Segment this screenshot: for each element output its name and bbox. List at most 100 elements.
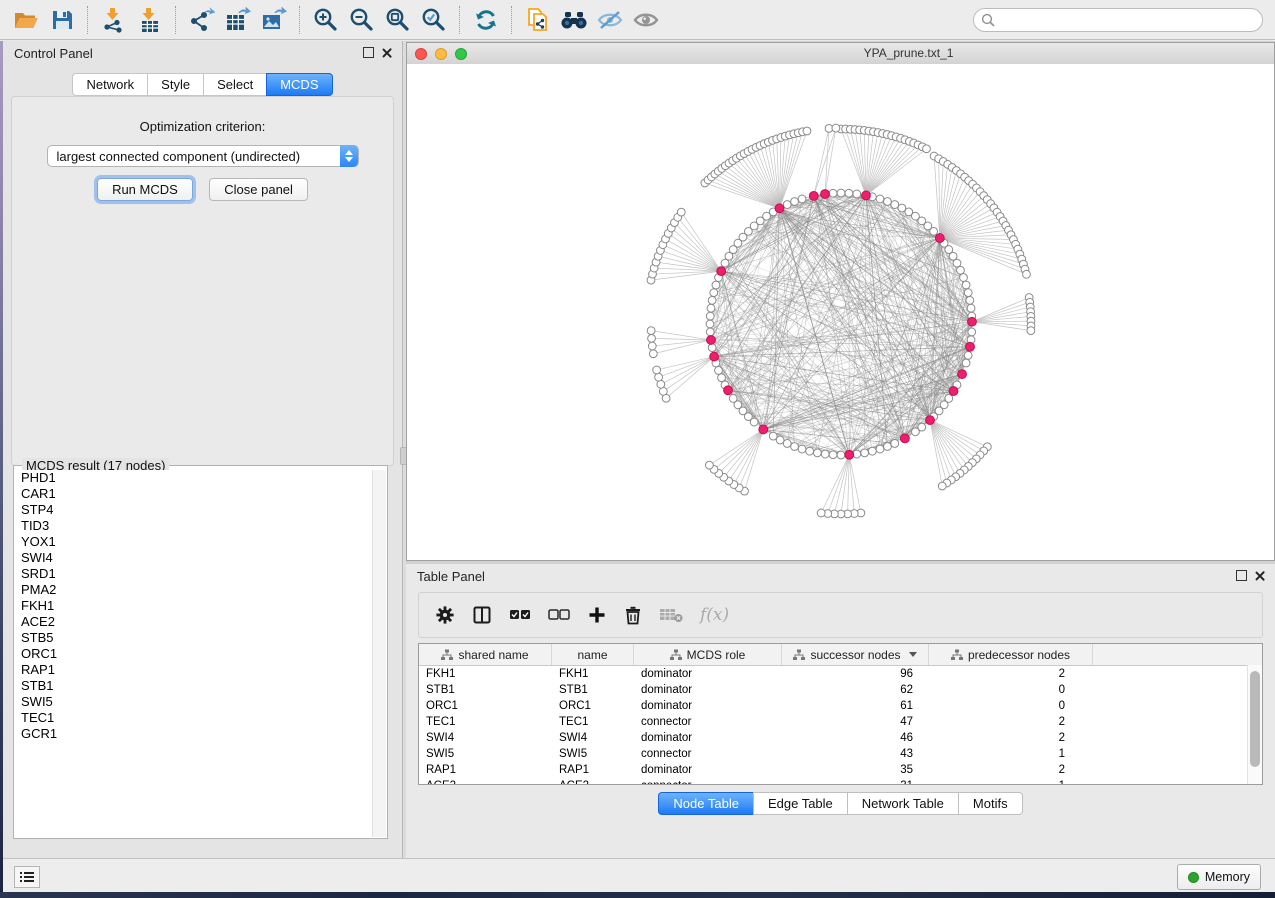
unselect-all-button[interactable] [548,608,570,622]
import-network-button[interactable] [96,3,132,37]
close-panel-icon[interactable] [382,48,392,58]
network-node[interactable] [964,289,972,297]
network-node[interactable] [657,380,665,388]
tab-edge-table[interactable]: Edge Table [753,792,847,815]
mcds-result-item[interactable]: ORC1 [15,646,373,662]
select-all-button[interactable] [509,608,531,622]
mcds-hub-node[interactable] [707,336,716,345]
network-node[interactable] [715,367,723,375]
mcds-result-item[interactable]: STP4 [15,502,373,518]
table-settings-button[interactable] [435,605,455,625]
mcds-result-item[interactable]: SRD1 [15,566,373,582]
network-node[interactable] [832,124,840,132]
mcds-hub-node[interactable] [901,434,910,443]
network-node[interactable] [962,359,970,367]
network-node[interactable] [964,351,972,359]
function-builder-button[interactable]: f(x) [700,605,729,625]
close-window-icon[interactable] [415,48,427,60]
mcds-result-item[interactable]: SWI4 [15,550,373,566]
network-node[interactable] [783,440,791,448]
hide-selected-button[interactable] [592,3,628,37]
export-table-button[interactable] [220,3,256,37]
network-node[interactable] [706,320,714,328]
zoom-out-button[interactable] [344,3,380,37]
close-panel-button[interactable]: Close panel [209,178,308,201]
column-header-MCDS-role[interactable]: MCDS role [634,644,782,665]
network-node[interactable] [891,440,899,448]
zoom-fit-button[interactable] [380,3,416,37]
network-node[interactable] [655,373,663,381]
mcds-hub-node[interactable] [966,342,975,351]
network-node[interactable] [966,296,974,304]
column-header-predecessor-nodes[interactable]: predecessor nodes [929,644,1093,665]
mcds-hub-node[interactable] [717,267,726,276]
refresh-button[interactable] [468,3,504,37]
table-row[interactable]: ORC1ORC1dominator610 [419,698,1262,714]
table-row[interactable]: SWI4SWI4dominator462 [419,730,1262,746]
network-node[interactable] [677,208,685,216]
network-node[interactable] [791,443,799,451]
mcds-hub-node[interactable] [958,370,967,379]
mcds-result-item[interactable]: STB1 [15,678,373,694]
network-node[interactable] [930,227,938,235]
network-node[interactable] [729,395,737,403]
mcds-result-item[interactable]: CAR1 [15,486,373,502]
network-node[interactable] [707,304,715,312]
mcds-result-item[interactable]: YOX1 [15,534,373,550]
tab-network-table[interactable]: Network Table [847,792,958,815]
network-node[interactable] [712,281,720,289]
network-node[interactable] [649,350,657,358]
network-canvas-svg[interactable] [407,64,1275,561]
network-node[interactable] [706,328,714,336]
zoom-in-button[interactable] [308,3,344,37]
network-node[interactable] [962,281,970,289]
column-header-successor-nodes[interactable]: successor nodes [782,644,929,665]
network-node[interactable] [647,327,655,335]
mcds-result-item[interactable]: SWI5 [15,694,373,710]
export-network-button[interactable] [184,3,220,37]
delete-table-button[interactable] [659,607,683,623]
network-node[interactable] [837,189,845,197]
mcds-hub-node[interactable] [968,317,977,326]
table-row[interactable]: TEC1TEC1connector472 [419,714,1262,730]
sort-chevron-icon[interactable] [909,652,917,657]
network-node[interactable] [953,259,961,267]
network-node[interactable] [891,201,899,209]
network-node[interactable] [648,334,656,342]
mcds-result-item[interactable]: TID3 [15,518,373,534]
memory-button[interactable]: Memory [1177,864,1261,890]
float-table-panel-icon[interactable] [1236,570,1247,581]
mcds-result-item[interactable]: PMA2 [15,582,373,598]
network-node[interactable] [876,195,884,203]
maximize-window-icon[interactable] [455,48,467,60]
tab-motifs[interactable]: Motifs [958,792,1023,815]
network-node[interactable] [653,366,661,374]
network-node[interactable] [705,461,713,469]
mcds-result-item[interactable]: RAP1 [15,662,373,678]
import-table-button[interactable] [132,3,168,37]
network-node[interactable] [798,445,806,453]
network-node[interactable] [876,445,884,453]
mcds-result-item[interactable]: ACE2 [15,614,373,630]
network-node[interactable] [783,201,791,209]
close-table-panel-icon[interactable] [1255,571,1265,581]
network-node[interactable] [845,189,853,197]
network-node[interactable] [769,432,777,440]
delete-column-button[interactable] [624,605,642,625]
network-node[interactable] [967,304,975,312]
network-node[interactable] [706,312,714,320]
float-panel-icon[interactable] [363,47,374,58]
mcds-result-item[interactable]: FKH1 [15,598,373,614]
mcds-result-item[interactable]: STB5 [15,630,373,646]
mcds-hub-node[interactable] [926,416,935,425]
network-node[interactable] [968,328,976,336]
save-session-button[interactable] [44,3,80,37]
network-window-titlebar[interactable]: YPA_prune.txt_1 [407,43,1274,65]
mcds-hub-node[interactable] [862,191,871,200]
mcds-hub-node[interactable] [710,352,719,361]
table-row[interactable]: FKH1FKH1dominator962 [419,666,1262,682]
open-file-button[interactable] [8,3,44,37]
table-row[interactable]: ACE2ACE2connector311 [419,778,1262,785]
criterion-dropdown[interactable]: largest connected component (undirected) [47,145,359,167]
table-row[interactable]: SWI5SWI5connector431 [419,746,1262,762]
